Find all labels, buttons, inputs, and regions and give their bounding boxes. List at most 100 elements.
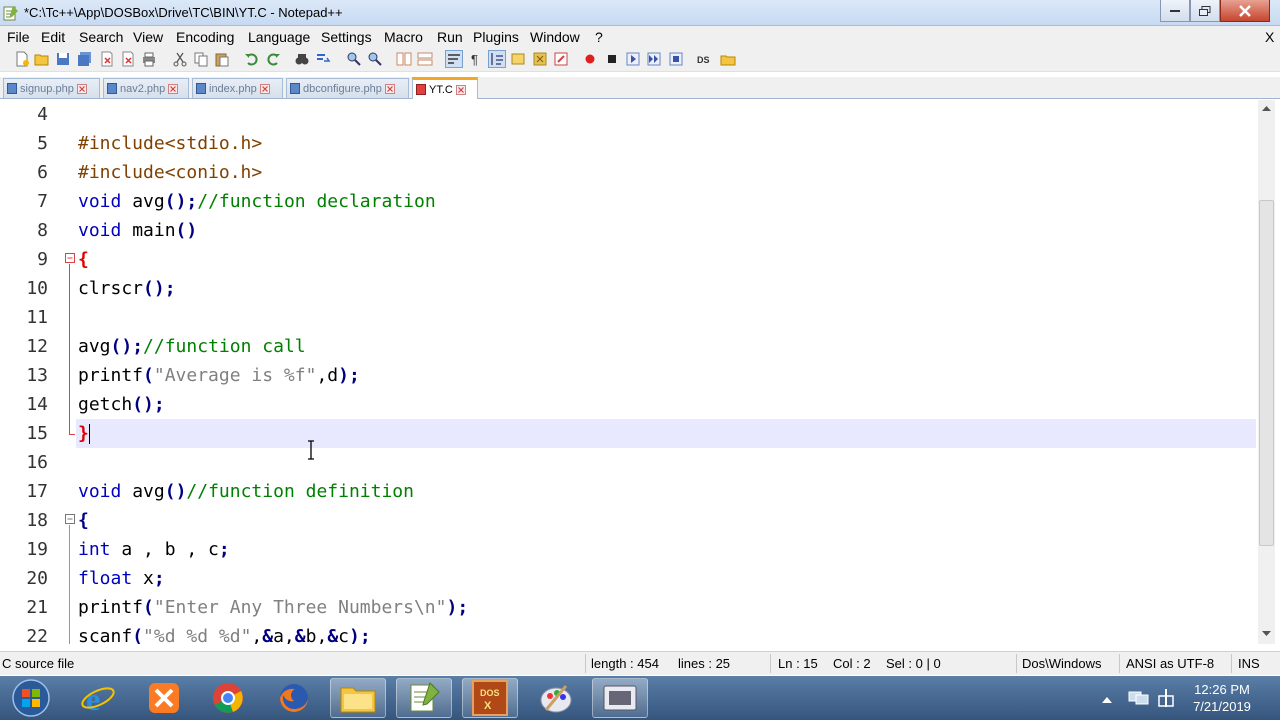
code-text: #include<stdio.h>	[78, 133, 263, 154]
close-tab-icon[interactable]	[259, 83, 270, 94]
tab-index-php[interactable]: index.php	[192, 78, 283, 98]
taskbar-firefox[interactable]	[266, 678, 322, 718]
fold-minus-icon[interactable]	[65, 253, 75, 263]
taskbar-dosbox[interactable]: DOS X	[462, 678, 518, 718]
system-clock[interactable]: 12:26 PM 7/21/2019	[1182, 681, 1262, 715]
scrollbar-thumb[interactable]	[1259, 200, 1274, 546]
scroll-down-icon[interactable]	[1262, 631, 1271, 637]
close-all-icon[interactable]	[120, 51, 136, 67]
restore-icon	[1199, 5, 1211, 16]
zoom-out-icon[interactable]	[367, 51, 383, 67]
menu-encoding[interactable]: Encoding	[176, 29, 234, 45]
line-number: 14	[26, 394, 48, 415]
code-editor[interactable]: 4 5 6 7 8 9 10 11 12 13 14 15 16 17 18 1…	[0, 100, 1280, 644]
tab-yt-c[interactable]: YT.C	[412, 77, 478, 99]
menu-view[interactable]: View	[133, 29, 163, 45]
code-line: clrscr();	[78, 274, 176, 303]
status-sel: Sel : 0 | 0	[886, 656, 941, 671]
save-icon[interactable]	[55, 51, 71, 67]
clock-date: 7/21/2019	[1193, 699, 1251, 714]
close-tab-icon[interactable]	[168, 83, 179, 94]
menu-settings[interactable]: Settings	[321, 29, 372, 45]
network-icon[interactable]	[1128, 689, 1150, 707]
menu-window[interactable]: Window	[530, 29, 580, 45]
windows-start-icon	[12, 679, 50, 717]
define-language-icon[interactable]	[510, 51, 526, 67]
svg-text:X: X	[484, 700, 492, 712]
find-icon[interactable]	[294, 51, 310, 67]
print-icon[interactable]	[141, 51, 157, 67]
new-file-icon[interactable]	[14, 51, 30, 67]
status-divider	[1231, 654, 1232, 673]
taskbar-internet-explorer[interactable]: e	[70, 678, 126, 718]
code-text: #include<conio.h>	[78, 162, 263, 183]
save-macro-icon[interactable]	[668, 51, 684, 67]
start-button[interactable]	[2, 678, 60, 718]
code-text: scanf("%d %d %d",&a,&b,&c);	[78, 626, 371, 644]
maximize-button[interactable]	[1190, 0, 1220, 22]
code-line: void avg()//function definition	[78, 477, 414, 506]
code-line: #include<stdio.h>	[78, 129, 262, 158]
tab-nav2-php[interactable]: nav2.php	[103, 78, 189, 98]
film-icon	[603, 685, 637, 711]
status-lines: lines : 25	[678, 656, 731, 671]
undo-icon[interactable]	[244, 51, 260, 67]
save-all-icon[interactable]	[77, 51, 93, 67]
cut-icon[interactable]	[172, 51, 188, 67]
close-document-x[interactable]: X	[1265, 29, 1274, 45]
replace-icon[interactable]	[315, 51, 331, 67]
code-line: #include<conio.h>	[78, 158, 262, 187]
paste-icon[interactable]	[214, 51, 230, 67]
code-line: avg();//function call	[78, 332, 306, 361]
close-tab-icon[interactable]	[76, 83, 87, 94]
notepadpp-icon	[410, 682, 440, 712]
taskbar-file-explorer[interactable]	[330, 678, 386, 718]
minimize-button[interactable]	[1160, 0, 1190, 22]
taskbar-notepadpp[interactable]	[396, 678, 452, 718]
svg-text:e: e	[86, 681, 100, 716]
word-wrap-icon[interactable]	[445, 50, 463, 68]
plugin-folder-icon[interactable]	[720, 51, 736, 67]
taskbar-chrome[interactable]	[200, 678, 256, 718]
close-window-button[interactable]	[1220, 0, 1270, 22]
fold-end	[69, 434, 75, 435]
menu-help[interactable]: ?	[595, 29, 603, 45]
menu-search[interactable]: Search	[79, 29, 123, 45]
menu-macro[interactable]: Macro	[384, 29, 423, 45]
menu-edit[interactable]: Edit	[41, 29, 65, 45]
redo-icon[interactable]	[265, 51, 281, 67]
copy-icon[interactable]	[193, 51, 209, 67]
ds-plugin-icon[interactable]: DS	[697, 51, 713, 67]
chrome-icon	[213, 683, 243, 713]
stop-macro-icon[interactable]	[604, 51, 620, 67]
close-tab-icon[interactable]	[455, 84, 466, 95]
menu-run[interactable]: Run	[437, 29, 463, 45]
tab-dbconfigure-php[interactable]: dbconfigure.php	[286, 78, 409, 98]
close-tab-icon[interactable]	[384, 83, 395, 94]
tray-show-hidden[interactable]	[1102, 692, 1112, 707]
play-macro-icon[interactable]	[625, 51, 641, 67]
function-list-icon[interactable]	[532, 51, 548, 67]
fold-minus-icon[interactable]	[65, 514, 75, 524]
sync-horizontal-icon[interactable]	[417, 51, 433, 67]
record-macro-icon[interactable]	[582, 51, 598, 67]
folder-workspace-icon[interactable]	[553, 51, 569, 67]
tab-signup-php[interactable]: signup.php	[3, 78, 100, 98]
run-macro-multiple-icon[interactable]	[646, 51, 662, 67]
zoom-in-icon[interactable]	[346, 51, 362, 67]
menu-plugins[interactable]: Plugins	[473, 29, 519, 45]
taskbar-video-recorder[interactable]	[592, 678, 648, 718]
action-center-icon[interactable]	[1157, 688, 1175, 708]
menu-file[interactable]: File	[7, 29, 30, 45]
close-file-icon[interactable]	[99, 51, 115, 67]
indent-guide-icon[interactable]	[488, 50, 506, 68]
taskbar-paint[interactable]	[528, 678, 584, 718]
open-file-icon[interactable]	[34, 51, 50, 67]
show-all-chars-icon[interactable]: ¶	[467, 51, 483, 67]
sync-vertical-icon[interactable]	[396, 51, 412, 67]
status-bar: C source file length : 454 lines : 25 Ln…	[0, 651, 1280, 675]
scroll-up-icon[interactable]	[1262, 105, 1271, 111]
text-cursor	[88, 424, 90, 444]
taskbar-xampp[interactable]	[136, 678, 192, 718]
menu-language[interactable]: Language	[248, 29, 310, 45]
